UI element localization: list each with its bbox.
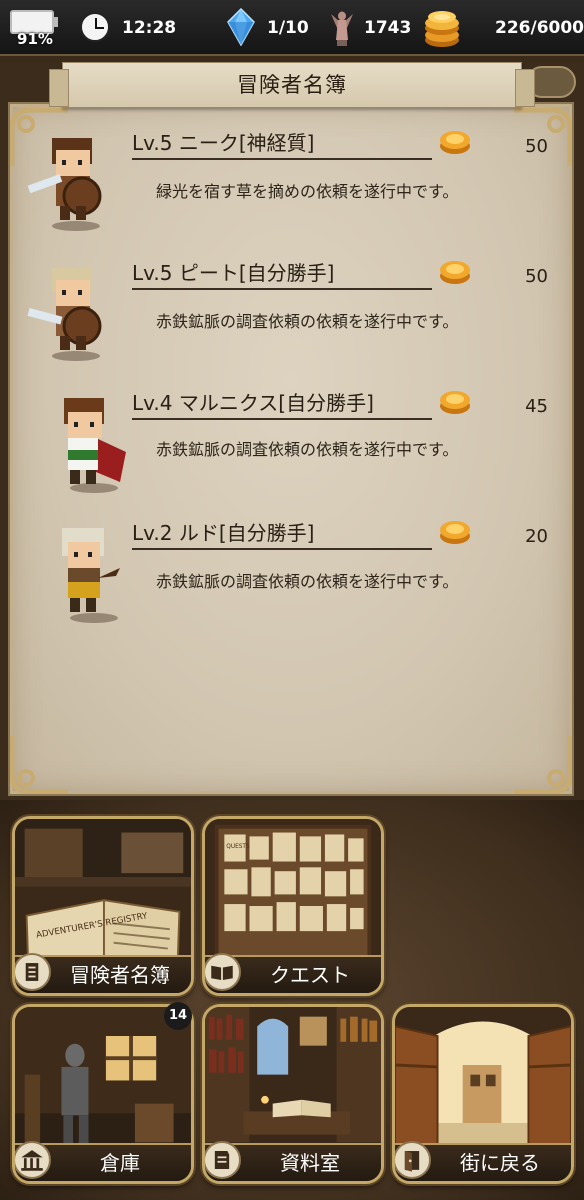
gem-icon [227,8,255,46]
battery-percent: 91% [17,30,53,48]
clock-icon [80,12,110,42]
reward-amount: 20 [525,526,548,547]
roster-panel: 冒険者名簿 Lv.5 ニーク[神経質] 50 緑光を宿す草を摘めの依頼を遂行中で… [0,62,584,800]
gold-count: 226/6000 [495,18,584,38]
reward-amount: 45 [525,396,548,417]
adventurer-name: Lv.4 マルニクス[自分勝手] [132,388,432,420]
door-icon [395,1141,431,1179]
storage-count-badge: 14 [164,1002,192,1030]
quest-status: 赤鉄鉱脈の調査依頼の依頼を遂行中です。 [156,312,459,331]
scroll-list-icon [15,953,51,991]
warehouse-icon [15,1141,51,1179]
quest-status: 緑光を宿す草を摘めの依頼を遂行中です。 [156,182,459,201]
gold-coin-icon [440,261,470,284]
adventurer-row[interactable]: Lv.2 ルド[自分勝手] 20 赤鉄鉱脈の調査依頼の依頼を遂行中です。 [0,516,584,646]
reward-amount: 50 [525,266,548,287]
adventurer-name: Lv.5 ニーク[神経質] [132,128,432,160]
document-icon [205,1141,241,1179]
adventurer-name: Lv.2 ルド[自分勝手] [132,518,432,550]
return-to-town-button[interactable]: 街に戻る [392,1004,574,1184]
adventurer-avatar [27,138,102,231]
gem-count: 1/10 [267,18,309,38]
adventurer-name: Lv.5 ピート[自分勝手] [132,258,432,290]
adventurer-avatar [27,268,102,361]
quest-status: 赤鉄鉱脈の調査依頼の依頼を遂行中です。 [156,572,459,591]
roster-menu-button[interactable]: ADVENTURER'S REGISTRY 冒険者名簿 [12,816,194,996]
adventurer-avatar [64,398,126,493]
library-menu-button[interactable]: 資料室 [202,1004,384,1184]
corner-ornament [10,736,68,794]
storage-menu-button[interactable]: 倉庫 [12,1004,194,1184]
quest-menu-button[interactable]: QUESTS クエスト [202,816,384,996]
adventurer-avatar [62,528,120,623]
page-title: 冒険者名簿 [49,62,535,108]
quest-poster-text: QUESTS [226,844,250,850]
battery-indicator: 91% [6,8,60,48]
adventurer-row[interactable]: Lv.5 ニーク[神経質] 50 緑光を宿す草を摘めの依頼を遂行中です。 [0,126,584,256]
gold-coin-icon [440,391,470,414]
gold-coin-icon [440,131,470,154]
adventurer-row[interactable]: Lv.5 ピート[自分勝手] 50 赤鉄鉱脈の調査依頼の依頼を遂行中です。 [0,256,584,386]
time-display: 12:28 [122,18,177,38]
renown-count: 1743 [364,18,412,38]
gold-coin-icon [440,521,470,544]
adventurer-row[interactable]: Lv.4 マルニクス[自分勝手] 45 赤鉄鉱脈の調査依頼の依頼を遂行中です。 [0,386,584,516]
gold-coins-icon [425,11,459,47]
quest-status: 赤鉄鉱脈の調査依頼の依頼を遂行中です。 [156,440,459,459]
main-menu: ADVENTURER'S REGISTRY 冒険者名簿 QUESTS クエスト [0,800,584,1200]
open-book-icon [205,953,241,991]
corner-ornament [514,736,572,794]
status-bar: 91% 12:28 1/10 1743 226/6000 [0,0,584,56]
angel-statue-icon [331,11,353,46]
reward-amount: 50 [525,136,548,157]
